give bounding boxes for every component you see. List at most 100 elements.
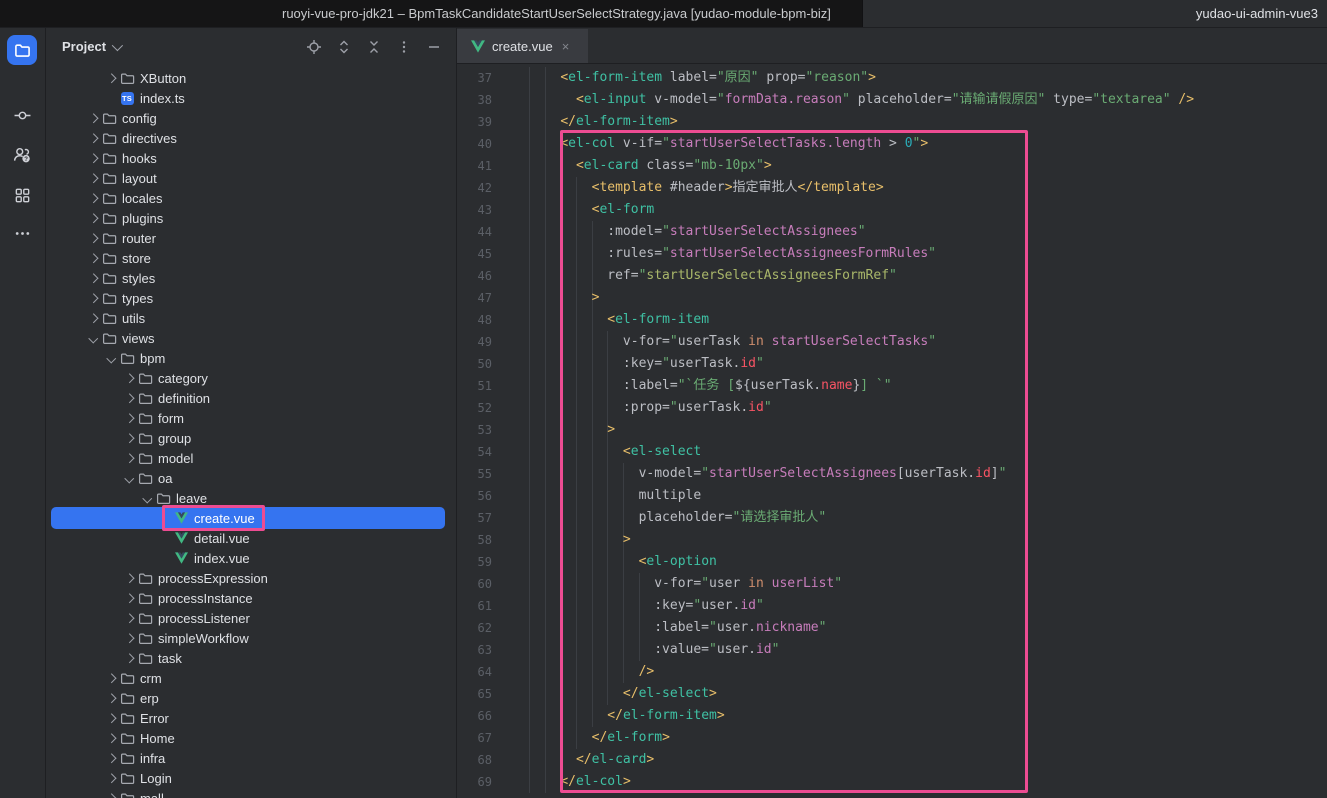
tree-item-layout[interactable]: layout bbox=[46, 168, 456, 188]
tab-create-vue[interactable]: create.vue × bbox=[457, 29, 588, 63]
chevron-down-icon[interactable] bbox=[103, 350, 119, 366]
line-number[interactable]: 46 bbox=[457, 265, 529, 287]
line-number[interactable]: 58 bbox=[457, 529, 529, 551]
line-number[interactable]: 66 bbox=[457, 705, 529, 727]
expand-all-button[interactable] bbox=[334, 37, 354, 57]
code-line-43[interactable]: 43 <el-form bbox=[457, 199, 1327, 221]
code-line-46[interactable]: 46 ref="startUserSelectAssigneesFormRef" bbox=[457, 265, 1327, 287]
tree-item-detail-vue[interactable]: detail.vue bbox=[46, 528, 456, 548]
line-number[interactable]: 50 bbox=[457, 353, 529, 375]
chevron-right-icon[interactable] bbox=[85, 130, 101, 146]
chevron-right-icon[interactable] bbox=[121, 390, 137, 406]
code-line-58[interactable]: 58 > bbox=[457, 529, 1327, 551]
tree-item-create-vue[interactable]: create.vue bbox=[46, 508, 456, 528]
line-number[interactable]: 41 bbox=[457, 155, 529, 177]
chevron-right-icon[interactable] bbox=[85, 190, 101, 206]
front-window-titlebar[interactable]: yudao-ui-admin-vue3 bbox=[862, 0, 1327, 27]
line-number[interactable]: 68 bbox=[457, 749, 529, 771]
code-line-53[interactable]: 53 > bbox=[457, 419, 1327, 441]
tree-item-category[interactable]: category bbox=[46, 368, 456, 388]
tree-item-definition[interactable]: definition bbox=[46, 388, 456, 408]
code-line-38[interactable]: 38 <el-input v-model="formData.reason" p… bbox=[457, 89, 1327, 111]
line-number[interactable]: 53 bbox=[457, 419, 529, 441]
line-number[interactable]: 40 bbox=[457, 133, 529, 155]
chevron-right-icon[interactable] bbox=[121, 410, 137, 426]
line-number[interactable]: 45 bbox=[457, 243, 529, 265]
line-number[interactable]: 61 bbox=[457, 595, 529, 617]
chevron-right-icon[interactable] bbox=[85, 250, 101, 266]
chevron-right-icon[interactable] bbox=[103, 710, 119, 726]
code-editor[interactable]: 37 <el-form-item label="原因" prop="reason… bbox=[457, 64, 1327, 798]
project-tool-button[interactable] bbox=[7, 35, 37, 65]
chevron-right-icon[interactable] bbox=[103, 70, 119, 86]
line-number[interactable]: 63 bbox=[457, 639, 529, 661]
code-line-45[interactable]: 45 :rules="startUserSelectAssigneesFormR… bbox=[457, 243, 1327, 265]
tree-item-processListener[interactable]: processListener bbox=[46, 608, 456, 628]
chevron-right-icon[interactable] bbox=[103, 730, 119, 746]
commit-tool-button[interactable] bbox=[7, 100, 37, 130]
code-line-49[interactable]: 49 v-for="userTask in startUserSelectTas… bbox=[457, 331, 1327, 353]
line-number[interactable]: 60 bbox=[457, 573, 529, 595]
chevron-right-icon[interactable] bbox=[85, 150, 101, 166]
tree-item-model[interactable]: model bbox=[46, 448, 456, 468]
locate-file-button[interactable] bbox=[304, 37, 324, 57]
tree-item-config[interactable]: config bbox=[46, 108, 456, 128]
tree-item-Login[interactable]: Login bbox=[46, 768, 456, 788]
line-number[interactable]: 39 bbox=[457, 111, 529, 133]
code-line-39[interactable]: 39 </el-form-item> bbox=[457, 111, 1327, 133]
tree-item-crm[interactable]: crm bbox=[46, 668, 456, 688]
code-line-62[interactable]: 62 :label="user.nickname" bbox=[457, 617, 1327, 639]
line-number[interactable]: 48 bbox=[457, 309, 529, 331]
chevron-right-icon[interactable] bbox=[121, 430, 137, 446]
line-number[interactable]: 37 bbox=[457, 67, 529, 89]
line-number[interactable]: 42 bbox=[457, 177, 529, 199]
chevron-right-icon[interactable] bbox=[85, 170, 101, 186]
code-line-67[interactable]: 67 </el-form> bbox=[457, 727, 1327, 749]
tree-item-router[interactable]: router bbox=[46, 228, 456, 248]
chevron-right-icon[interactable] bbox=[121, 650, 137, 666]
tree-item-bpm[interactable]: bpm bbox=[46, 348, 456, 368]
chevron-right-icon[interactable] bbox=[103, 690, 119, 706]
chevron-right-icon[interactable] bbox=[121, 590, 137, 606]
chevron-right-icon[interactable] bbox=[103, 750, 119, 766]
tree-item-mall[interactable]: mall bbox=[46, 788, 456, 798]
tree-item-oa[interactable]: oa bbox=[46, 468, 456, 488]
tree-item-leave[interactable]: leave bbox=[46, 488, 456, 508]
code-line-68[interactable]: 68 </el-card> bbox=[457, 749, 1327, 771]
line-number[interactable]: 67 bbox=[457, 727, 529, 749]
chevron-right-icon[interactable] bbox=[121, 610, 137, 626]
line-number[interactable]: 65 bbox=[457, 683, 529, 705]
tree-item-form[interactable]: form bbox=[46, 408, 456, 428]
code-line-47[interactable]: 47 > bbox=[457, 287, 1327, 309]
code-line-69[interactable]: 69 </el-col> bbox=[457, 771, 1327, 793]
code-line-44[interactable]: 44 :model="startUserSelectAssignees" bbox=[457, 221, 1327, 243]
tree-item-Error[interactable]: Error bbox=[46, 708, 456, 728]
background-window-titlebar[interactable]: ruoyi-vue-pro-jdk21 – BpmTaskCandidateSt… bbox=[0, 0, 862, 27]
tree-item-simpleWorkflow[interactable]: simpleWorkflow bbox=[46, 628, 456, 648]
code-line-65[interactable]: 65 </el-select> bbox=[457, 683, 1327, 705]
tree-item-utils[interactable]: utils bbox=[46, 308, 456, 328]
chevron-right-icon[interactable] bbox=[85, 290, 101, 306]
code-line-51[interactable]: 51 :label="`任务 [${userTask.name}] `" bbox=[457, 375, 1327, 397]
code-line-55[interactable]: 55 v-model="startUserSelectAssignees[use… bbox=[457, 463, 1327, 485]
line-number[interactable]: 54 bbox=[457, 441, 529, 463]
line-number[interactable]: 47 bbox=[457, 287, 529, 309]
code-line-60[interactable]: 60 v-for="user in userList" bbox=[457, 573, 1327, 595]
tree-item-locales[interactable]: locales bbox=[46, 188, 456, 208]
chevron-right-icon[interactable] bbox=[85, 110, 101, 126]
structure-tool-button[interactable] bbox=[7, 180, 37, 210]
line-number[interactable]: 64 bbox=[457, 661, 529, 683]
chevron-right-icon[interactable] bbox=[121, 450, 137, 466]
more-tools-button[interactable] bbox=[7, 218, 37, 248]
code-line-66[interactable]: 66 </el-form-item> bbox=[457, 705, 1327, 727]
collapse-all-button[interactable] bbox=[364, 37, 384, 57]
tree-item-task[interactable]: task bbox=[46, 648, 456, 668]
code-line-50[interactable]: 50 :key="userTask.id" bbox=[457, 353, 1327, 375]
project-panel-title-dropdown[interactable]: Project bbox=[62, 39, 120, 54]
tree-item-store[interactable]: store bbox=[46, 248, 456, 268]
tree-item-directives[interactable]: directives bbox=[46, 128, 456, 148]
code-line-63[interactable]: 63 :value="user.id" bbox=[457, 639, 1327, 661]
code-line-64[interactable]: 64 /> bbox=[457, 661, 1327, 683]
code-line-59[interactable]: 59 <el-option bbox=[457, 551, 1327, 573]
line-number[interactable]: 62 bbox=[457, 617, 529, 639]
